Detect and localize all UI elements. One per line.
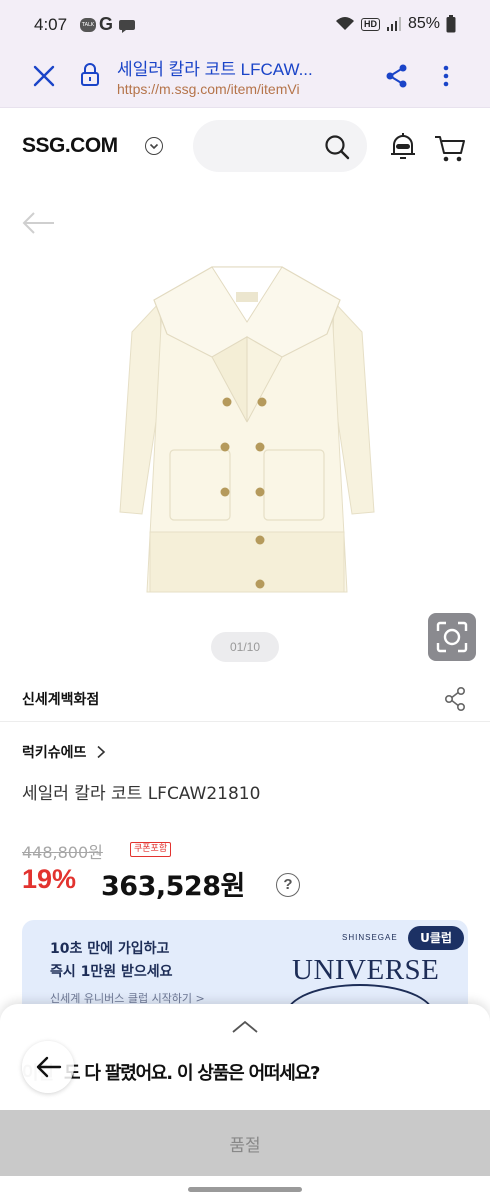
product-title: 세일러 칼라 코트 LFCAW21810	[22, 784, 261, 804]
share-icon[interactable]	[383, 62, 411, 90]
status-bar: 4:07 TALK G HD 85%	[0, 0, 490, 50]
sheet-message: 도 다 팔렸어요. 이 상품은 어떠세요?	[64, 1063, 320, 1084]
hd-icon: HD	[360, 17, 380, 31]
coupon-badge: 쿠폰포함	[130, 842, 172, 857]
store-name[interactable]: 신세계백화점	[22, 689, 99, 709]
help-icon[interactable]: ?	[276, 873, 300, 897]
original-price: 448,800원	[22, 843, 103, 862]
share-icon[interactable]	[443, 686, 467, 712]
banner-headline: 10초 만에 가입하고	[50, 941, 170, 957]
battery-percent: 85%	[407, 15, 440, 32]
banner-brand-small: SHINSEGAE	[342, 933, 398, 942]
soldout-button[interactable]: 품절	[0, 1110, 490, 1176]
page-indicator: 01/10	[211, 632, 279, 662]
status-indicators: HD 85%	[335, 15, 456, 33]
message-notification-icon	[119, 20, 135, 33]
status-time: 4:07	[34, 15, 68, 34]
chevron-down-icon[interactable]	[145, 137, 163, 155]
sale-price: 363,528원	[101, 871, 245, 902]
app-header: SSG.COM	[0, 108, 490, 186]
more-vertical-icon[interactable]	[436, 62, 456, 90]
chevron-right-icon	[97, 745, 106, 759]
brand-link[interactable]: 럭키슈에뜨	[22, 742, 106, 762]
cart-icon[interactable]	[433, 132, 467, 164]
bell-icon[interactable]	[387, 130, 419, 164]
url-text[interactable]: https://m.ssg.com/item/itemVi	[117, 81, 365, 97]
lock-icon[interactable]	[78, 62, 102, 88]
banner-subheadline: 즉시 1만원 받으세요	[50, 964, 173, 980]
product-image[interactable]	[112, 262, 382, 602]
product-gallery[interactable]: 01/10	[0, 186, 490, 676]
discount-rate: 19%	[22, 864, 77, 894]
ssg-logo[interactable]: SSG.COM	[22, 134, 118, 158]
close-icon[interactable]	[30, 62, 58, 90]
camera-lens-icon	[436, 621, 468, 653]
camera-lens-button[interactable]	[428, 613, 476, 661]
back-button[interactable]	[22, 1041, 74, 1093]
divider	[0, 721, 490, 722]
page-title[interactable]: 세일러 칼라 코트 LFCAW...	[117, 55, 367, 80]
wifi-icon	[335, 17, 354, 30]
browser-url-bar: 세일러 칼라 코트 LFCAW... https://m.ssg.com/ite…	[0, 50, 490, 108]
chevron-up-icon[interactable]	[230, 1018, 260, 1036]
home-gesture-bar[interactable]	[188, 1187, 302, 1192]
talk-notification-icon: TALK	[80, 18, 96, 32]
u-club-badge: U클럽	[408, 926, 464, 950]
banner-brand: UNIVERSE	[292, 954, 440, 986]
arrow-left-icon[interactable]	[20, 210, 56, 236]
search-icon[interactable]	[323, 133, 351, 161]
google-notification-icon: G	[99, 14, 114, 34]
battery-icon	[446, 15, 456, 33]
arrow-left-icon	[36, 1056, 62, 1078]
bottom-sheet: 이걸 도 다 팔렸어요. 이 상품은 어떠세요? 품절	[0, 1004, 490, 1200]
brand-name: 럭키슈에뜨	[22, 745, 87, 761]
signal-icon	[386, 17, 401, 31]
